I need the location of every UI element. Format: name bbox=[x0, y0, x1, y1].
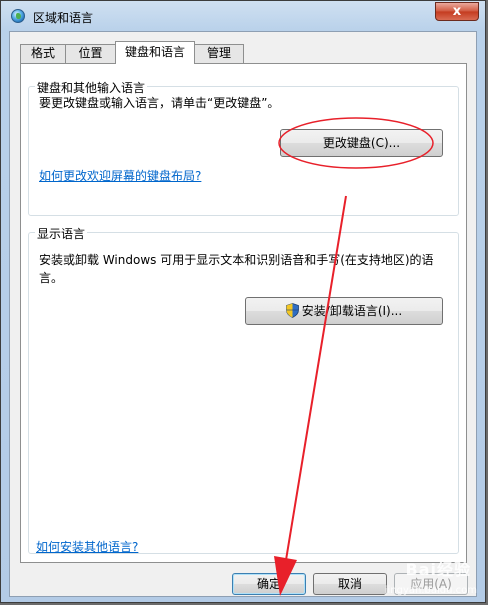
watermark-url: jingyan.baidu.com bbox=[384, 585, 477, 596]
keyboard-description: 要更改键盘或输入语言，请单击“更改键盘”。 bbox=[39, 96, 280, 110]
display-language-description-line1: 安装或卸载 Windows 可用于显示文本和识别语音和手写(在支持地区)的语 bbox=[39, 253, 434, 267]
display-language-group: 显示语言 安装或卸载 Windows 可用于显示文本和识别语音和手写(在支持地区… bbox=[28, 225, 459, 554]
display-language-legend: 显示语言 bbox=[35, 225, 88, 242]
tab-location[interactable]: 位置 bbox=[65, 44, 116, 63]
welcome-screen-keyboard-link[interactable]: 如何更改欢迎屏幕的键盘布局? bbox=[39, 167, 201, 184]
change-keyboard-button[interactable]: 更改键盘(C)... bbox=[280, 129, 443, 157]
tab-keyboard-language[interactable]: 键盘和语言 bbox=[115, 41, 195, 64]
tab-format[interactable]: 格式 bbox=[20, 44, 66, 63]
cancel-button[interactable]: 取消 bbox=[313, 573, 387, 595]
watermark-brand: Bai经验 bbox=[405, 560, 471, 579]
install-uninstall-language-label: 安装/卸载语言(I)... bbox=[301, 304, 403, 318]
keyboard-group: 键盘和其他输入语言 要更改键盘或输入语言，请单击“更改键盘”。 更改键盘(C).… bbox=[28, 79, 459, 216]
ok-button[interactable]: 确定 bbox=[232, 573, 306, 595]
tab-panel: 键盘和其他输入语言 要更改键盘或输入语言，请单击“更改键盘”。 更改键盘(C).… bbox=[20, 63, 467, 563]
title-bar[interactable]: 区域和语言 x bbox=[1, 1, 485, 31]
install-other-languages-link[interactable]: 如何安装其他语言? bbox=[36, 538, 138, 555]
region-language-window: 区域和语言 x 格式 位置 键盘和语言 管理 键盘和其他输入语言 要更改键盘或输… bbox=[0, 0, 486, 603]
install-uninstall-language-button[interactable]: 安装/卸载语言(I)... bbox=[245, 297, 443, 325]
display-language-description-line2: 言。 bbox=[39, 271, 64, 285]
tab-administrative[interactable]: 管理 bbox=[194, 44, 244, 63]
close-button[interactable]: x bbox=[435, 2, 479, 21]
window-title: 区域和语言 bbox=[33, 11, 94, 25]
dialog-client-area: 格式 位置 键盘和语言 管理 键盘和其他输入语言 要更改键盘或输入语言，请单击“… bbox=[9, 31, 477, 597]
globe-icon bbox=[11, 9, 25, 23]
uac-shield-icon bbox=[285, 303, 299, 318]
